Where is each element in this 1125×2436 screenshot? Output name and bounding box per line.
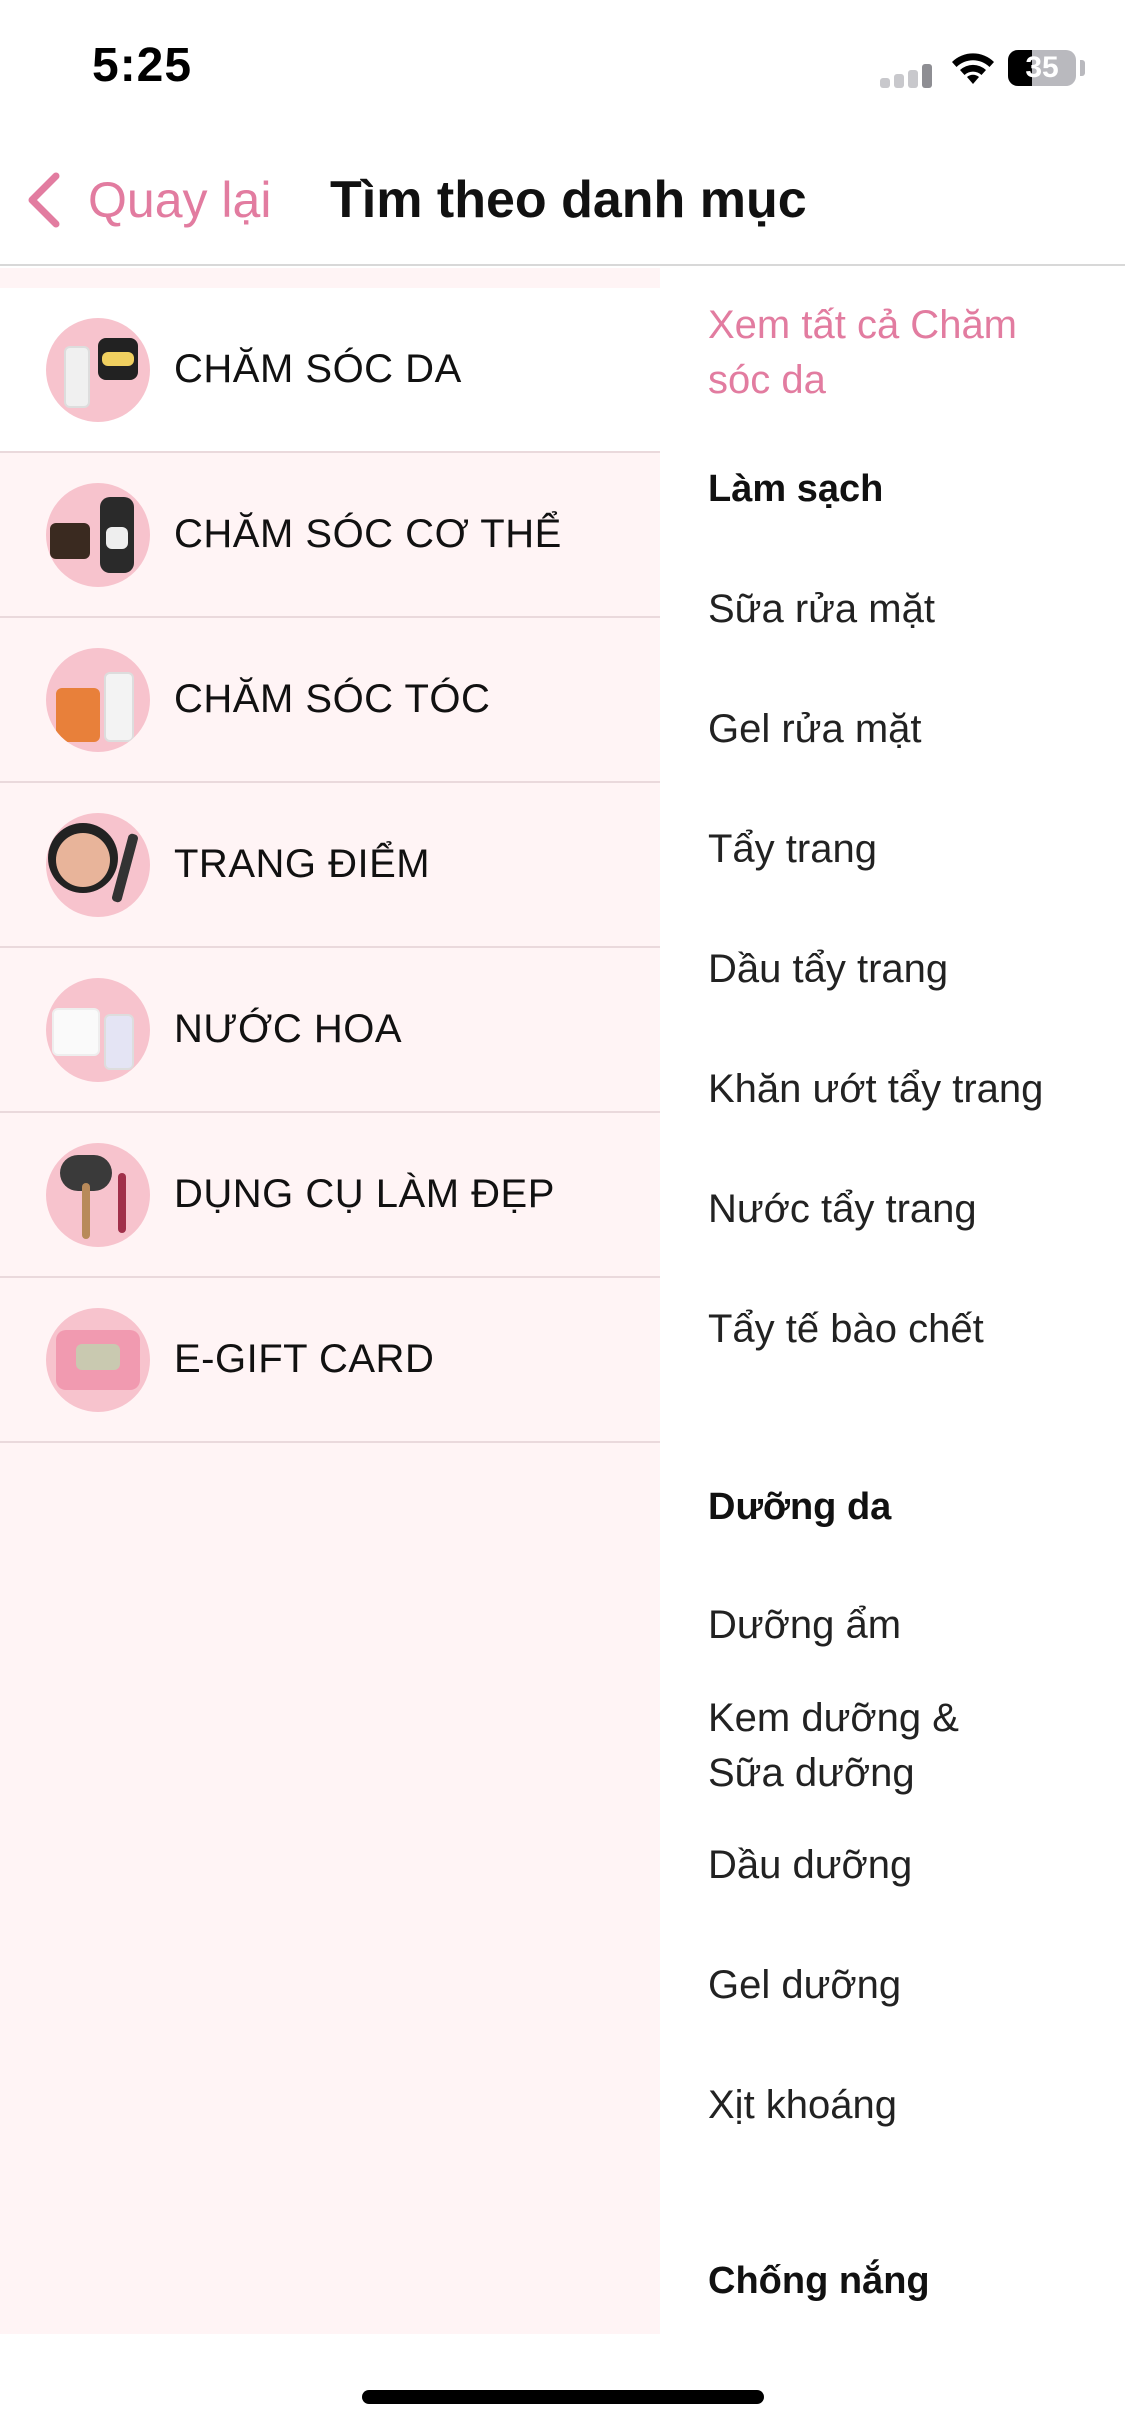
makeup-thumbnail: [46, 812, 150, 917]
category-label: DỤNG CỤ LÀM ĐẸP: [174, 1172, 555, 1216]
category-beauty-tools[interactable]: DỤNG CỤ LÀM ĐẸP: [0, 1113, 660, 1278]
category-label: CHĂM SÓC DA: [174, 347, 462, 391]
subcategory-item[interactable]: Dầu tẩy trang: [708, 942, 1088, 997]
nav-bar: Quay lại Tìm theo danh mục: [0, 140, 1125, 266]
category-label: TRANG ĐIỂM: [174, 842, 431, 886]
category-hair-care[interactable]: CHĂM SÓC TÓC: [0, 618, 660, 783]
category-label: NƯỚC HOA: [174, 1007, 403, 1051]
category-label: CHĂM SÓC CƠ THỂ: [174, 512, 562, 556]
subcategory-panel: Xem tất cả Chăm sóc da Làm sạch Sữa rửa …: [660, 268, 1125, 2334]
wifi-icon: [952, 53, 994, 84]
subcategory-item[interactable]: Tẩy trang: [708, 822, 1088, 877]
category-perfume[interactable]: NƯỚC HOA: [0, 948, 660, 1113]
section-heading-cleansing: Làm sạch: [708, 468, 884, 510]
category-body-care[interactable]: CHĂM SÓC CƠ THỂ: [0, 453, 660, 618]
subcategory-item[interactable]: Khăn ướt tẩy trang: [708, 1062, 1088, 1117]
section-heading-moisturizing: Dưỡng da: [708, 1486, 892, 1528]
hair-care-thumbnail: [46, 647, 150, 752]
back-label: Quay lại: [88, 172, 272, 228]
chevron-left-icon: [28, 172, 60, 228]
home-indicator: [362, 2390, 764, 2404]
subcategory-item[interactable]: Tẩy tế bào chết: [708, 1302, 1088, 1357]
category-label: CHĂM SÓC TÓC: [174, 677, 491, 721]
category-e-gift-card[interactable]: E-GIFT CARD: [0, 1278, 660, 1443]
back-button[interactable]: Quay lại: [24, 160, 271, 240]
see-all-link[interactable]: Xem tất cả Chăm sóc da: [708, 298, 1088, 408]
beauty-tools-thumbnail: [46, 1142, 150, 1247]
category-skin-care[interactable]: CHĂM SÓC DA: [0, 288, 660, 453]
subcategory-item[interactable]: Gel dưỡng: [708, 1958, 1088, 2013]
battery-level: 35: [1025, 51, 1059, 84]
subcategory-item[interactable]: Kem dưỡng & Sữa dưỡng: [708, 1691, 968, 1801]
subcategory-item[interactable]: Dưỡng ẩm: [708, 1598, 1088, 1653]
body-care-thumbnail: [46, 482, 150, 587]
battery-nub: [1080, 60, 1085, 76]
section-heading-sunscreen: Chống nắng: [708, 2260, 930, 2302]
category-makeup[interactable]: TRANG ĐIỂM: [0, 783, 660, 948]
battery-icon: 35: [1008, 50, 1076, 86]
subcategory-item[interactable]: Xịt khoáng: [708, 2078, 1088, 2133]
status-bar: 5:25 35: [0, 0, 1125, 140]
cellular-signal-icon: [880, 62, 936, 88]
page-title: Tìm theo danh mục: [330, 171, 807, 229]
category-label: E-GIFT CARD: [174, 1337, 435, 1381]
subcategory-item[interactable]: Gel rửa mặt: [708, 702, 1088, 757]
category-list: CHĂM SÓC DA CHĂM SÓC CƠ THỂ CHĂM SÓC TÓC: [0, 268, 660, 2334]
subcategory-item[interactable]: Dầu dưỡng: [708, 1838, 1088, 1893]
subcategory-item[interactable]: Nước tẩy trang: [708, 1182, 1088, 1237]
e-gift-card-thumbnail: [46, 1307, 150, 1412]
status-time: 5:25: [92, 39, 193, 92]
subcategory-item[interactable]: Sữa rửa mặt: [708, 582, 1088, 637]
app-root: 5:25 35 Quay lại Tìm theo danh mục CHĂM …: [0, 0, 1125, 2436]
perfume-thumbnail: [46, 977, 150, 1082]
skin-care-thumbnail: [46, 317, 150, 422]
